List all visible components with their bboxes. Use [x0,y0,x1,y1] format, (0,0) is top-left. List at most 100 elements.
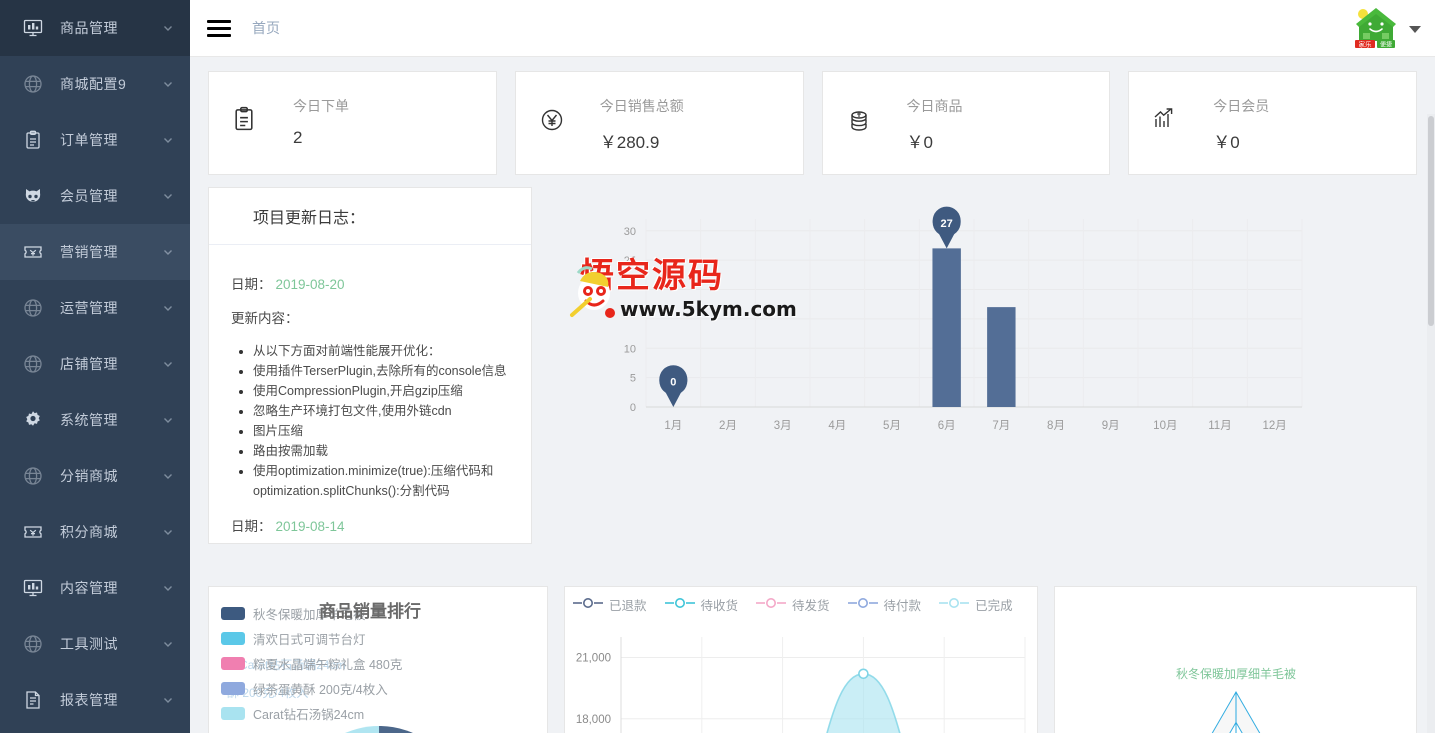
globe-icon [22,353,44,375]
scrollbar-thumb[interactable] [1428,116,1434,326]
sidebar-item-11[interactable]: 内容管理 [0,560,190,616]
chevron-down-icon[interactable] [162,526,174,538]
svg-text:5: 5 [630,373,636,385]
house-logo-icon: 家乐 便捷 [1353,7,1399,49]
sidebar-item-4[interactable]: 会员管理 [0,168,190,224]
stat-value: ￥0 [907,128,963,153]
sidebar-item-2[interactable]: 商城配置9 [0,56,190,112]
monthly-orders-bar-chart[interactable]: 051025301月2月3月4月5月6月7月8月9月10月11月12月027 [590,201,1310,451]
chevron-down-icon[interactable] [162,302,174,314]
stat-value: 2 [293,128,349,148]
sidebar-item-9[interactable]: 分销商城 [0,448,190,504]
legend-line-marker [573,597,603,612]
line-legend-item[interactable]: 待发货 [756,595,830,614]
chevron-down-icon[interactable] [162,22,174,34]
hamburger-icon[interactable] [204,13,234,43]
order-status-trend-panel: 已退款待收货待发货待付款已完成 21,00018,00015,000 [564,586,1038,733]
bottom-charts-row: Carat钻石汤锅24cm酥 200克/4枚入 商品销量排行 秋冬保暖加厚羊毛被… [190,586,1435,733]
svg-text:0: 0 [670,377,676,389]
svg-text:10: 10 [624,343,636,355]
sidebar-item-3[interactable]: 订单管理 [0,112,190,168]
sidebar-item-7[interactable]: 店铺管理 [0,336,190,392]
sidebar-item-10[interactable]: 积分商城 [0,504,190,560]
changelog-item: 使用CompressionPlugin,开启gzip压缩 [253,381,511,401]
chevron-down-icon[interactable] [162,190,174,202]
line-legend-item[interactable]: 待收货 [665,595,739,614]
svg-text:5月: 5月 [883,420,901,432]
line-legend-item[interactable]: 待付款 [848,595,922,614]
legend-swatch [221,607,245,620]
svg-text:便捷: 便捷 [1380,41,1392,49]
chevron-down-icon[interactable] [162,638,174,650]
sidebar-item-5[interactable]: 营销管理 [0,224,190,280]
svg-text:9月: 9月 [1102,420,1120,432]
stat-card-3[interactable]: 今日商品￥0 [822,71,1111,175]
sidebar-item-6[interactable]: 运营管理 [0,280,190,336]
sidebar-item-label: 报表管理 [60,690,162,710]
sidebar-item-label: 内容管理 [60,578,162,598]
stat-texts: 今日销售总额￥280.9 [600,94,684,153]
stat-texts: 今日商品￥0 [907,94,963,153]
date-label: 日期： [231,277,272,292]
sidebar-item-12[interactable]: 工具测试 [0,616,190,672]
chevron-down-icon[interactable] [162,78,174,90]
legend-label: 绿茶蛋黄酥 200克/4枚入 [253,679,388,698]
date-label-2: 日期： [231,519,272,534]
svg-text:11月: 11月 [1208,420,1231,432]
stat-card-4[interactable]: 今日会员￥0 [1128,71,1417,175]
sidebar-item-8[interactable]: 系统管理 [0,392,190,448]
svg-text:0: 0 [630,402,636,414]
changelog-item: 从以下方面对前端性能展开优化： [253,341,511,361]
y-tick-label: 21,000 [576,652,611,664]
chevron-down-icon[interactable] [162,358,174,370]
sidebar-item-label: 营销管理 [60,242,162,262]
changelog-item: 使用optimization.minimize(true):压缩代码和 opti… [253,461,511,501]
line-legend-item[interactable]: 已退款 [573,595,647,614]
sidebar-item-label: 运营管理 [60,298,162,318]
legend-label: 已退款 [609,595,647,614]
yuan-circle-icon [538,106,568,136]
avatar-dropdown[interactable]: 家乐 便捷 [1349,3,1425,53]
line-legend-item[interactable]: 已完成 [939,595,1013,614]
chevron-down-icon[interactable] [162,414,174,426]
stat-card-1[interactable]: 今日下单 2 [208,71,497,175]
svg-text:1月: 1月 [664,420,682,432]
bar-chart-panel: 051025301月2月3月4月5月6月7月8月9月10月11月12月027 [580,187,1417,544]
stat-card-2[interactable]: 今日销售总额￥280.9 [515,71,804,175]
svg-text:7月: 7月 [992,420,1010,432]
svg-text:家乐: 家乐 [1359,40,1373,49]
chevron-down-icon[interactable] [162,246,174,258]
legend-line-marker [848,597,878,612]
svg-text:4月: 4月 [828,420,846,432]
pie-legend-item[interactable]: 粽夏水晶端午粽礼盒 480克 [221,651,402,676]
globe-icon [22,465,44,487]
changelog-panel: 项目更新日志： 日期：2019-08-20 更新内容： 从以下方面对前端性能展开… [208,187,532,544]
vertical-scrollbar[interactable] [1427,114,1435,733]
chevron-down-icon[interactable] [162,694,174,706]
sidebar-item-13[interactable]: 报表管理 [0,672,190,728]
sidebar-item-1[interactable]: 商品管理 [0,0,190,56]
breadcrumb[interactable]: 首页 [252,18,280,38]
sidebar-item-label: 店铺管理 [60,354,162,374]
legend-line-marker [665,597,695,612]
chevron-down-icon[interactable] [162,470,174,482]
pie-legend-item[interactable]: 绿茶蛋黄酥 200克/4枚入 [221,676,402,701]
chevron-down-icon[interactable] [162,134,174,146]
legend-label: 粽夏水晶端午粽礼盒 480克 [253,654,402,673]
svg-text:30: 30 [624,226,636,238]
chart-board-icon [22,577,44,599]
changelog-item: 使用插件TerserPlugin,去除所有的console信息 [253,361,511,381]
sidebar-item-label: 工具测试 [60,634,162,654]
middle-row: 项目更新日志： 日期：2019-08-20 更新内容： 从以下方面对前端性能展开… [190,175,1435,544]
caret-down-icon[interactable] [1409,26,1421,33]
chevron-down-icon[interactable] [162,582,174,594]
pie-legend-item[interactable]: Carat钻石汤锅24cm [221,701,402,726]
chart-board-icon [22,17,44,39]
stat-title: 今日会员 [1213,96,1269,116]
pie-legend-item[interactable]: 清欢日式可调节台灯 [221,626,402,651]
legend-line-marker [939,597,969,612]
stat-title: 今日下单 [293,96,349,116]
changelog-content-label: 更新内容： [231,307,511,327]
line-chart-legend[interactable]: 已退款待收货待发货待付款已完成 [573,595,1013,614]
legend-label: Carat钻石汤锅24cm [253,704,364,723]
